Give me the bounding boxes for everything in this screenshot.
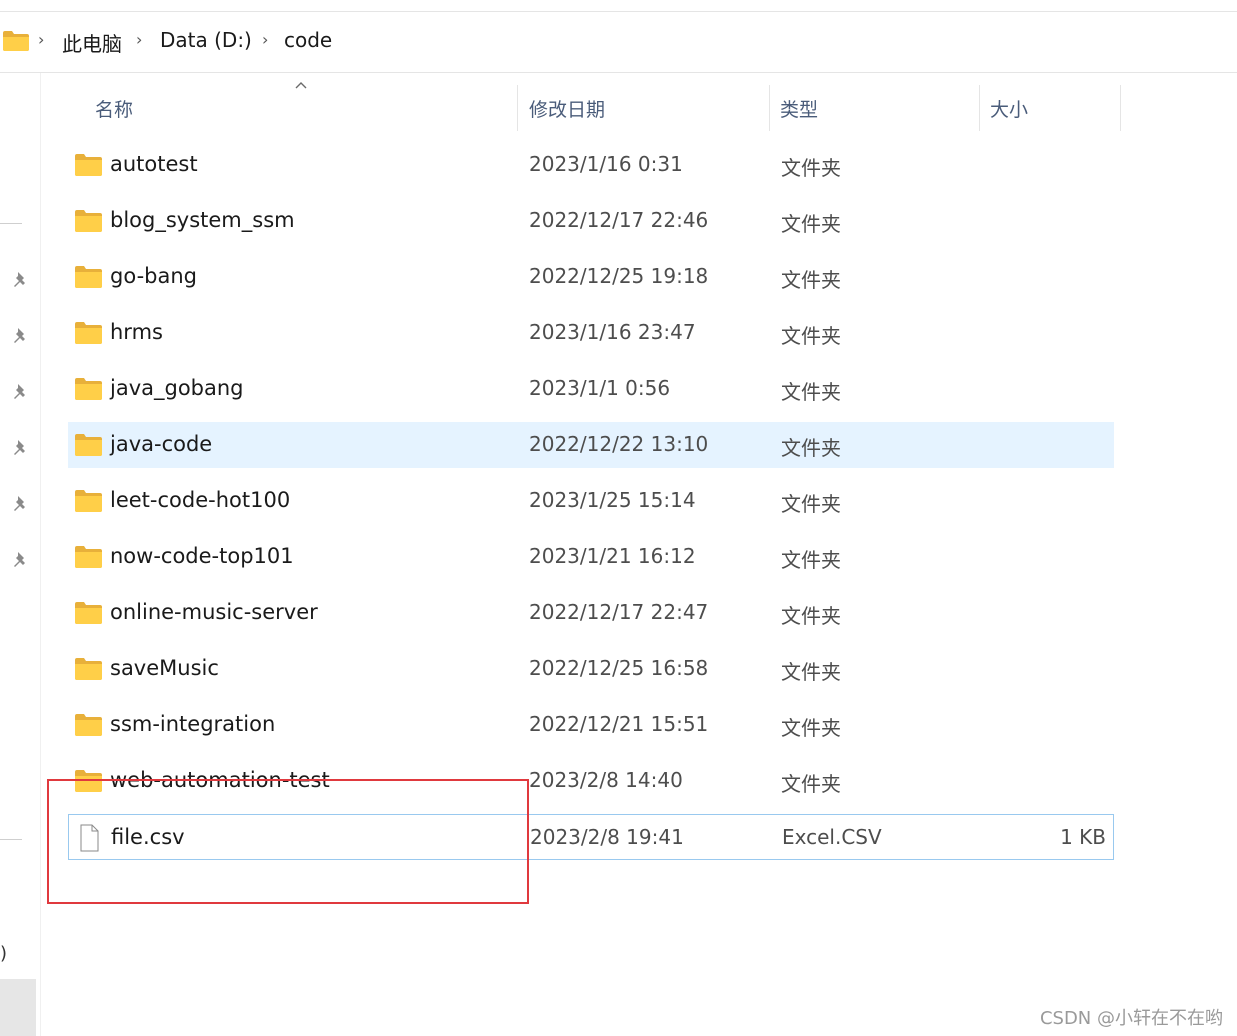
column-header-modified[interactable]: 修改日期 bbox=[518, 85, 768, 131]
file-modified-date: 2023/1/21 16:12 bbox=[529, 544, 696, 568]
folder-row[interactable]: online-music-server 2022/12/17 22:47 文件夹 bbox=[68, 590, 1114, 636]
file-type: 文件夹 bbox=[781, 492, 841, 516]
folder-icon bbox=[75, 714, 102, 736]
folder-icon bbox=[3, 31, 29, 51]
file-name: saveMusic bbox=[110, 656, 219, 680]
column-header-type[interactable]: 类型 bbox=[770, 85, 978, 131]
chevron-right-icon: › bbox=[38, 30, 45, 49]
file-modified-date: 2022/12/25 19:18 bbox=[529, 264, 709, 288]
file-type: 文件夹 bbox=[781, 660, 841, 684]
file-name: leet-code-hot100 bbox=[110, 488, 291, 512]
column-header-size-label: 大小 bbox=[990, 99, 1029, 121]
pin-icon[interactable] bbox=[10, 437, 32, 459]
file-name: hrms bbox=[110, 320, 163, 344]
file-size: 1 KB bbox=[1060, 825, 1106, 849]
folder-icon bbox=[75, 266, 102, 288]
file-type: 文件夹 bbox=[781, 436, 841, 460]
folder-row[interactable]: leet-code-hot100 2023/1/25 15:14 文件夹 bbox=[68, 478, 1114, 524]
column-divider[interactable] bbox=[1120, 85, 1121, 131]
folder-row[interactable]: autotest 2023/1/16 0:31 文件夹 bbox=[68, 142, 1114, 188]
folder-icon bbox=[75, 602, 102, 624]
breadcrumb-data-drive[interactable]: Data (D:) bbox=[160, 28, 252, 52]
file-type: 文件夹 bbox=[781, 324, 841, 348]
file-modified-date: 2023/2/8 14:40 bbox=[529, 768, 683, 792]
column-header-size[interactable]: 大小 bbox=[980, 85, 1120, 131]
file-name: autotest bbox=[110, 152, 198, 176]
file-modified-date: 2023/1/25 15:14 bbox=[529, 488, 696, 512]
pin-icon[interactable] bbox=[10, 269, 32, 291]
file-name: java-code bbox=[110, 432, 213, 456]
folder-row[interactable]: java-code 2022/12/22 13:10 文件夹 bbox=[68, 422, 1114, 468]
file-type: 文件夹 bbox=[781, 268, 841, 292]
file-type: 文件夹 bbox=[781, 772, 841, 796]
folder-icon bbox=[75, 154, 102, 176]
folder-icon bbox=[75, 490, 102, 512]
pin-icon[interactable] bbox=[10, 381, 32, 403]
column-header-name-label: 名称 bbox=[95, 99, 134, 121]
file-type: 文件夹 bbox=[781, 212, 841, 236]
folder-row[interactable]: hrms 2023/1/16 23:47 文件夹 bbox=[68, 310, 1114, 356]
folder-icon bbox=[75, 546, 102, 568]
folder-row[interactable]: now-code-top101 2023/1/21 16:12 文件夹 bbox=[68, 534, 1114, 580]
navigation-pane[interactable]: ) bbox=[0, 73, 41, 1036]
nav-separator bbox=[0, 839, 22, 840]
file-name: now-code-top101 bbox=[110, 544, 294, 568]
folder-row[interactable]: blog_system_ssm 2022/12/17 22:46 文件夹 bbox=[68, 198, 1114, 244]
chevron-right-icon: › bbox=[262, 30, 269, 49]
file-type: 文件夹 bbox=[781, 380, 841, 404]
breadcrumb-this-pc[interactable]: 此电脑 bbox=[62, 28, 122, 57]
nav-item-partial-label[interactable]: ) bbox=[0, 943, 7, 964]
file-type: 文件夹 bbox=[781, 716, 841, 740]
annotation-highlight-box bbox=[47, 779, 529, 904]
file-name: online-music-server bbox=[110, 600, 318, 624]
column-header-name[interactable]: 名称 bbox=[68, 85, 517, 131]
file-modified-date: 2023/1/16 23:47 bbox=[529, 320, 696, 344]
chevron-right-icon: › bbox=[136, 30, 143, 49]
folder-row[interactable]: ssm-integration 2022/12/21 15:51 文件夹 bbox=[68, 702, 1114, 748]
nav-scrollbar-thumb[interactable] bbox=[0, 979, 36, 1036]
pin-icon[interactable] bbox=[10, 549, 32, 571]
folder-row[interactable]: saveMusic 2022/12/25 16:58 文件夹 bbox=[68, 646, 1114, 692]
folder-row[interactable]: go-bang 2022/12/25 19:18 文件夹 bbox=[68, 254, 1114, 300]
file-name: blog_system_ssm bbox=[110, 208, 295, 232]
file-type: 文件夹 bbox=[781, 156, 841, 180]
pin-icon[interactable] bbox=[10, 325, 32, 347]
file-name: java_gobang bbox=[110, 376, 244, 400]
file-modified-date: 2022/12/22 13:10 bbox=[529, 432, 709, 456]
address-bar[interactable]: › 此电脑 › Data (D:) › code bbox=[0, 18, 1237, 64]
file-modified-date: 2022/12/25 16:58 bbox=[529, 656, 709, 680]
folder-icon bbox=[75, 322, 102, 344]
folder-icon bbox=[75, 658, 102, 680]
folder-icon bbox=[75, 434, 102, 456]
file-type: 文件夹 bbox=[781, 604, 841, 628]
file-name: go-bang bbox=[110, 264, 197, 288]
watermark: CSDN @小轩在不在哟 bbox=[1039, 1008, 1223, 1029]
file-modified-date: 2023/1/16 0:31 bbox=[529, 152, 683, 176]
file-modified-date: 2022/12/17 22:47 bbox=[529, 600, 709, 624]
address-bar-divider bbox=[0, 72, 1237, 73]
pin-icon[interactable] bbox=[10, 493, 32, 515]
file-modified-date: 2023/1/1 0:56 bbox=[529, 376, 671, 400]
folder-icon bbox=[75, 378, 102, 400]
column-header-type-label: 类型 bbox=[780, 99, 819, 121]
file-modified-date: 2022/12/17 22:46 bbox=[529, 208, 709, 232]
file-name: ssm-integration bbox=[110, 712, 276, 736]
column-header-modified-label: 修改日期 bbox=[529, 99, 606, 121]
breadcrumb-code[interactable]: code bbox=[284, 28, 332, 52]
file-modified-date: 2023/2/8 19:41 bbox=[530, 825, 684, 849]
file-type: 文件夹 bbox=[781, 548, 841, 572]
nav-separator bbox=[0, 223, 22, 224]
folder-icon bbox=[75, 210, 102, 232]
folder-row[interactable]: java_gobang 2023/1/1 0:56 文件夹 bbox=[68, 366, 1114, 412]
file-modified-date: 2022/12/21 15:51 bbox=[529, 712, 709, 736]
file-type: Excel.CSV bbox=[782, 825, 882, 849]
window-top-border bbox=[0, 11, 1237, 12]
